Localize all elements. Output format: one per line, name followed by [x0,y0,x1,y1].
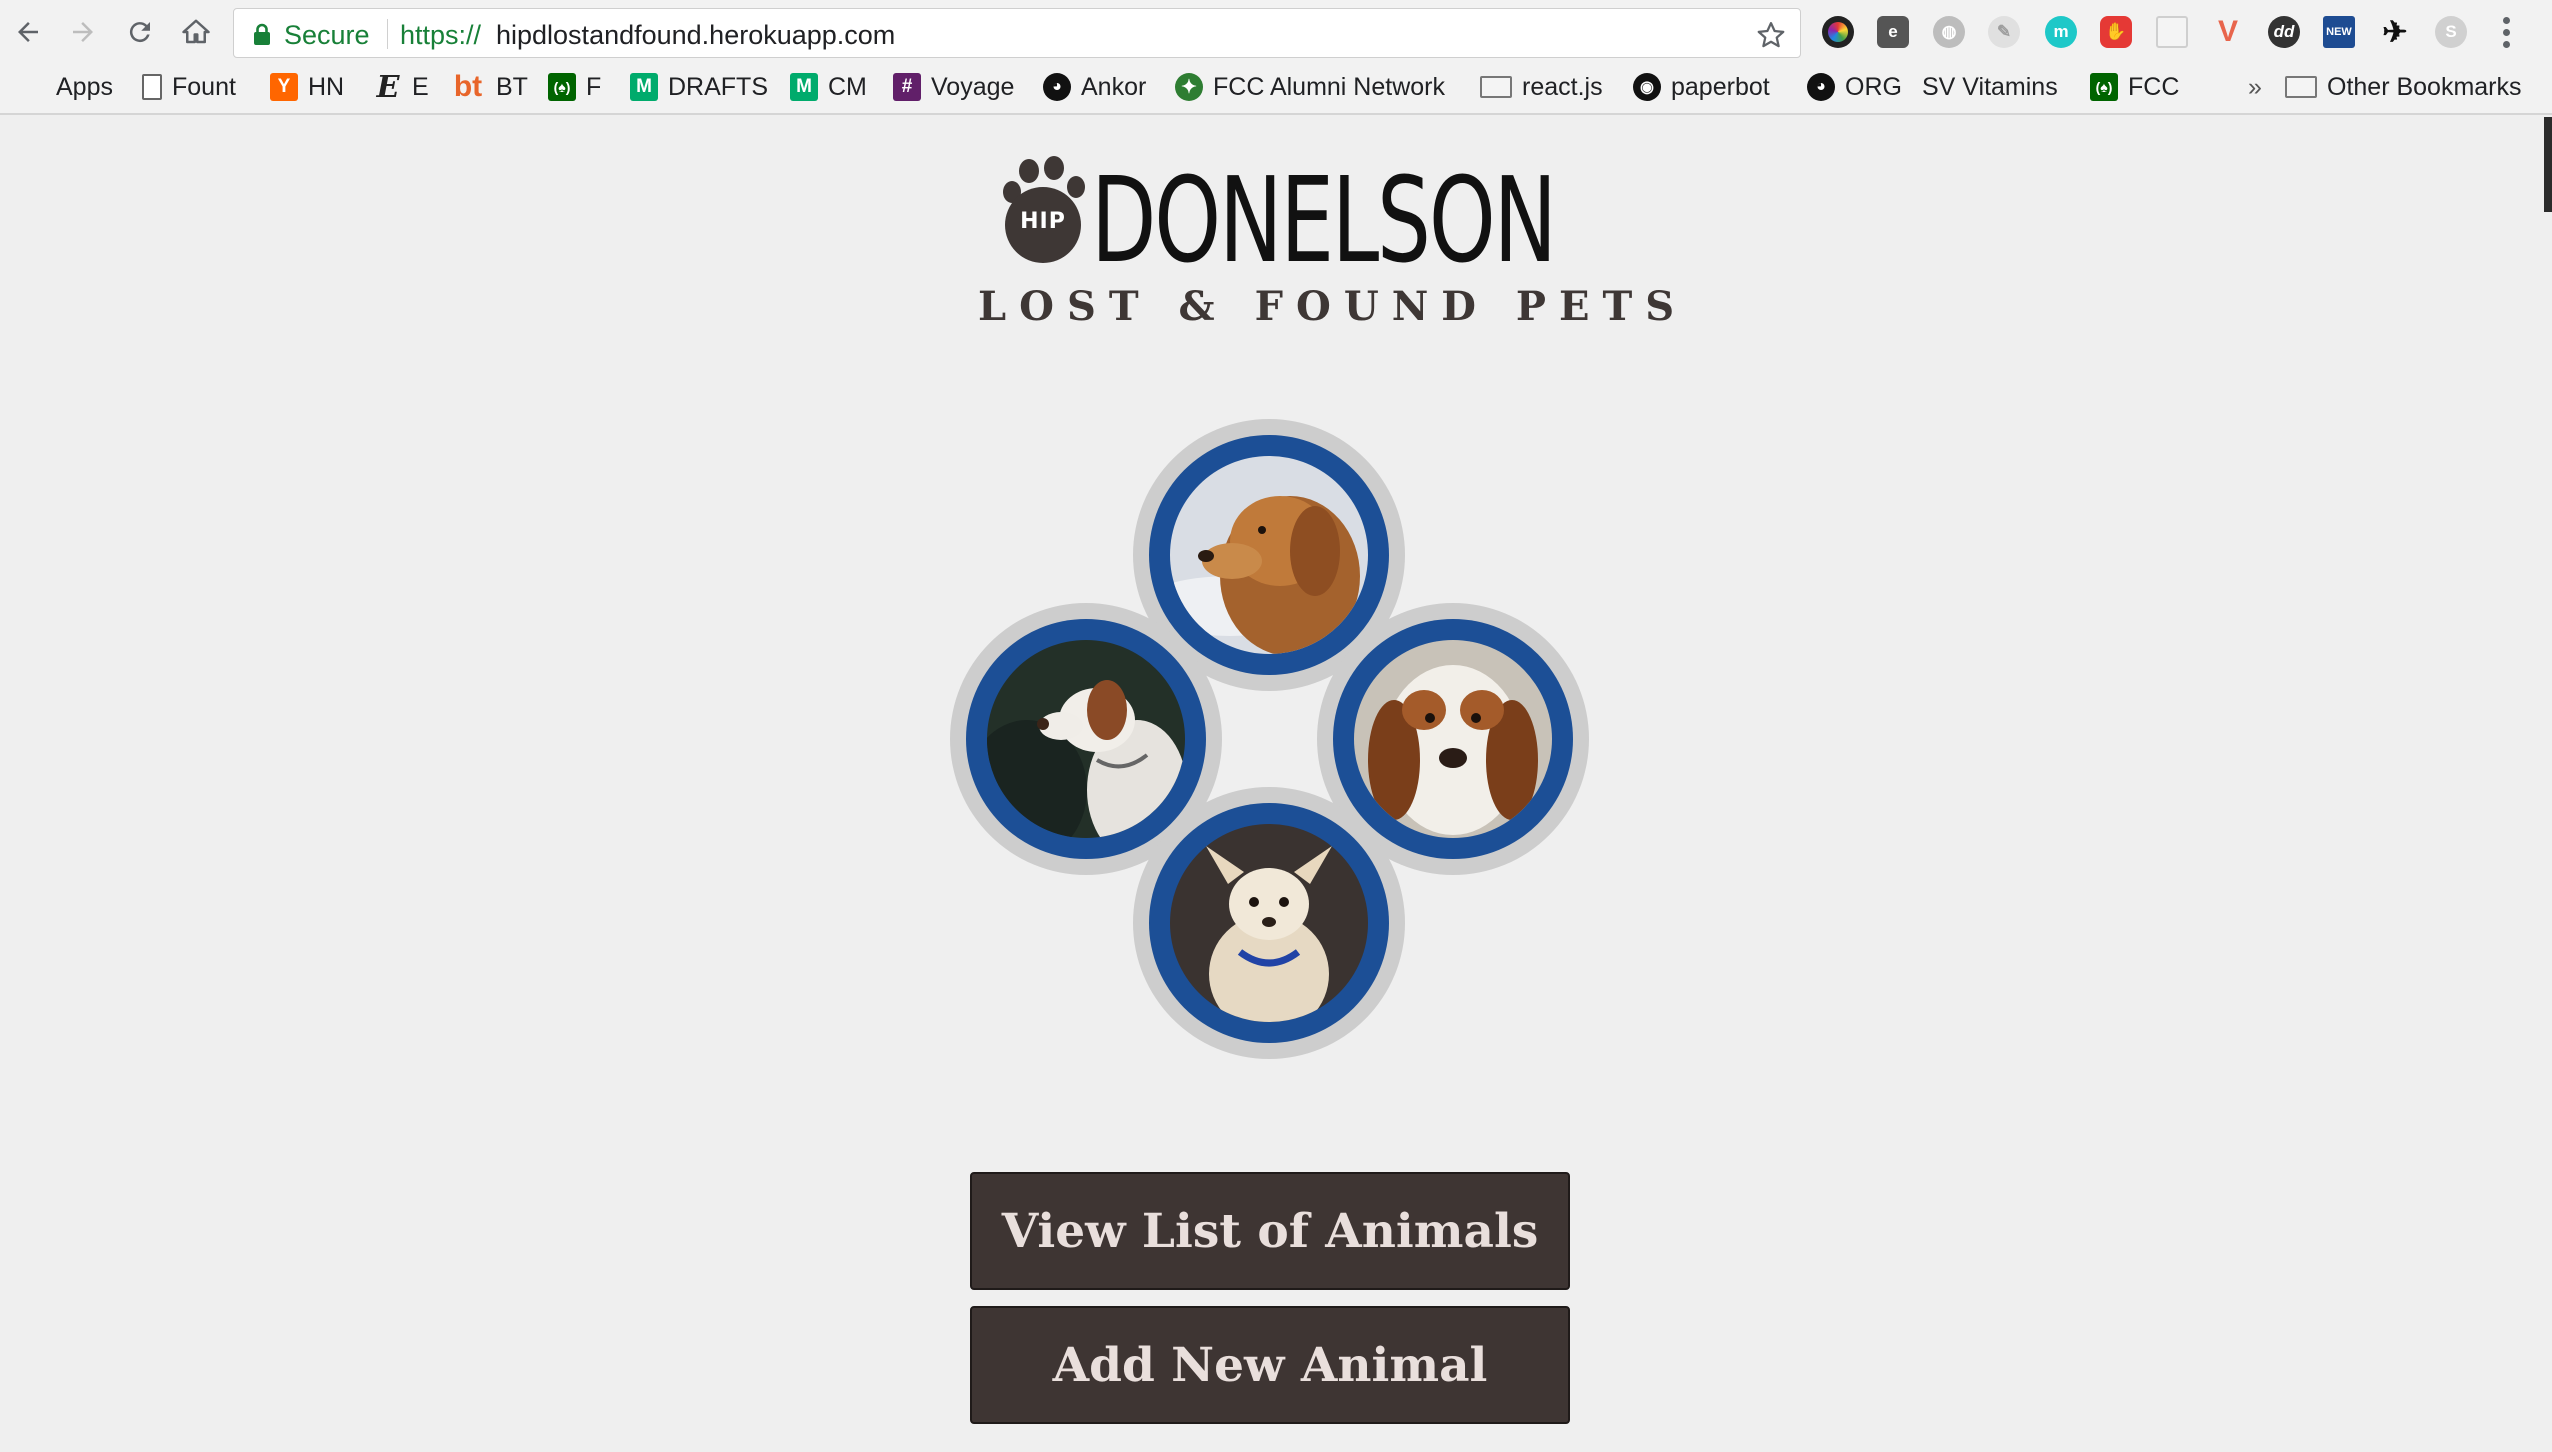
secure-label: Secure [284,20,370,50]
other-bookmarks[interactable]: Other Bookmarks [2285,70,2522,104]
url-host: hipdlostandfound.herokuapp.com [496,20,896,50]
bookmark-label: F [586,72,602,101]
paperbot-icon: ◉ [1633,73,1661,101]
bookmark-label: react.js [1522,72,1603,101]
tagline: LOST & FOUND PETS [978,283,1688,330]
bookmark-voyage[interactable]: # Voyage [893,70,1014,104]
folder-icon [1480,76,1512,98]
github-icon: ◕ [1043,73,1071,101]
reload-icon [129,22,150,43]
pet-photo-chihuahua[interactable] [1133,787,1405,1059]
url-scheme: https:// [400,20,482,50]
e-icon: E [376,69,400,105]
bookmark-sv-vitamins[interactable]: SV Vitamins [1922,70,2058,104]
more-bookmarks-button[interactable]: » [2248,70,2262,104]
skype-icon[interactable]: S [2435,16,2467,48]
add-animal-button[interactable]: Add New Animal [970,1306,1570,1424]
alumni-icon: ✦ [1175,73,1203,101]
bookmark-label: paperbot [1671,72,1770,101]
address-bar[interactable]: Secure https:// hipdlostandfound.herokua… [233,8,1801,58]
medium-icon: M [790,73,818,101]
bookmark-apps[interactable]: Apps [18,70,113,104]
bookmark-bt[interactable]: bt BT [450,70,528,104]
bookmark-label: FCC Alumni Network [1213,72,1445,101]
folder-icon [2285,76,2317,98]
medium-icon: M [630,73,658,101]
arrow-left-icon [18,22,38,42]
omnibox-divider [387,19,388,49]
bookmark-cm[interactable]: M CM [790,70,867,104]
page-icon [142,74,162,100]
fcc-icon: (♠) [2090,73,2118,101]
forward-button[interactable] [63,12,103,52]
bookmark-label: BT [496,72,528,101]
bookmark-label: Ankor [1081,72,1147,101]
fcc-icon: (♠) [548,73,576,101]
golden-retriever-photo [1170,456,1368,654]
bookmark-label: Apps [56,72,113,101]
apps-grid-icon [18,73,46,101]
back-button[interactable] [8,12,48,52]
bookmark-fcc-alumni[interactable]: ✦ FCC Alumni Network [1175,70,1445,104]
bookmark-label: CM [828,72,867,101]
bookmark-e[interactable]: E E [374,69,429,105]
bookmark-star-icon[interactable] [1756,20,1786,50]
other-bookmarks-label: Other Bookmarks [2327,72,2522,101]
bookmark-org[interactable]: ◕ ORG [1807,70,1902,104]
new-icon[interactable]: NEW [2323,16,2355,48]
bookmark-label: Fount [172,72,236,101]
slack-icon: # [893,73,921,101]
bookmark-fcc[interactable]: (♠) FCC [2090,70,2179,104]
bookmark-drafts[interactable]: M DRAFTS [630,70,768,104]
bookmark-f[interactable]: (♠) F [548,70,601,104]
m-icon[interactable]: m [2045,16,2077,48]
site-logo[interactable]: HIP DONELSON LOST & FOUND PETS [978,151,1674,330]
brand-title: DONELSON [1091,151,1557,289]
basset-hound-photo [1354,640,1552,838]
view-list-button[interactable]: View List of Animals [970,1172,1570,1290]
bookmark-label: SV Vitamins [1922,72,2058,101]
bookmark-reactjs[interactable]: react.js [1480,70,1603,104]
globe-icon[interactable]: ◍ [1933,16,1965,48]
chrome-menu-icon[interactable] [2496,14,2516,50]
colorwheel-icon[interactable] [1822,16,1854,48]
bookmark-ankor[interactable]: ◕ Ankor [1043,70,1146,104]
github-icon: ◕ [1807,73,1835,101]
lock-icon [254,23,270,45]
bookmark-label: E [412,72,429,101]
reload-button[interactable] [120,12,160,52]
logo-badge-text: HIP [1020,209,1066,234]
bookmark-label: FCC [2128,72,2180,101]
hn-icon: Y [270,73,298,101]
bookmark-hn[interactable]: Y HN [270,70,344,104]
evernote-icon[interactable]: e [1877,16,1909,48]
home-icon [182,19,210,44]
bookmark-paperbot[interactable]: ◉ paperbot [1633,70,1770,104]
leaf-icon[interactable]: ✎ [1988,16,2020,48]
dd-icon[interactable]: dd [2268,16,2300,48]
v-icon[interactable]: V [2212,15,2244,48]
bt-icon: bt [453,70,483,103]
home-button[interactable] [176,12,216,52]
bookmark-label: ORG [1845,72,1902,101]
pointer-photo [987,640,1185,838]
bookmark-fount[interactable]: Fount [142,70,236,104]
page-icon[interactable] [2156,16,2188,48]
adblock-icon[interactable]: ✋ [2100,16,2132,48]
scrollbar-thumb[interactable] [2544,117,2552,212]
bookmark-label: Voyage [931,72,1015,101]
bookmark-label: HN [308,72,345,101]
arrow-right-icon [73,22,93,42]
bird-icon[interactable]: ✈ [2379,16,2411,49]
chihuahua-photo [1170,824,1368,1022]
bookmark-label: DRAFTS [668,72,768,101]
browser-toolbar: Secure https:// hipdlostandfound.herokua… [0,0,2552,65]
